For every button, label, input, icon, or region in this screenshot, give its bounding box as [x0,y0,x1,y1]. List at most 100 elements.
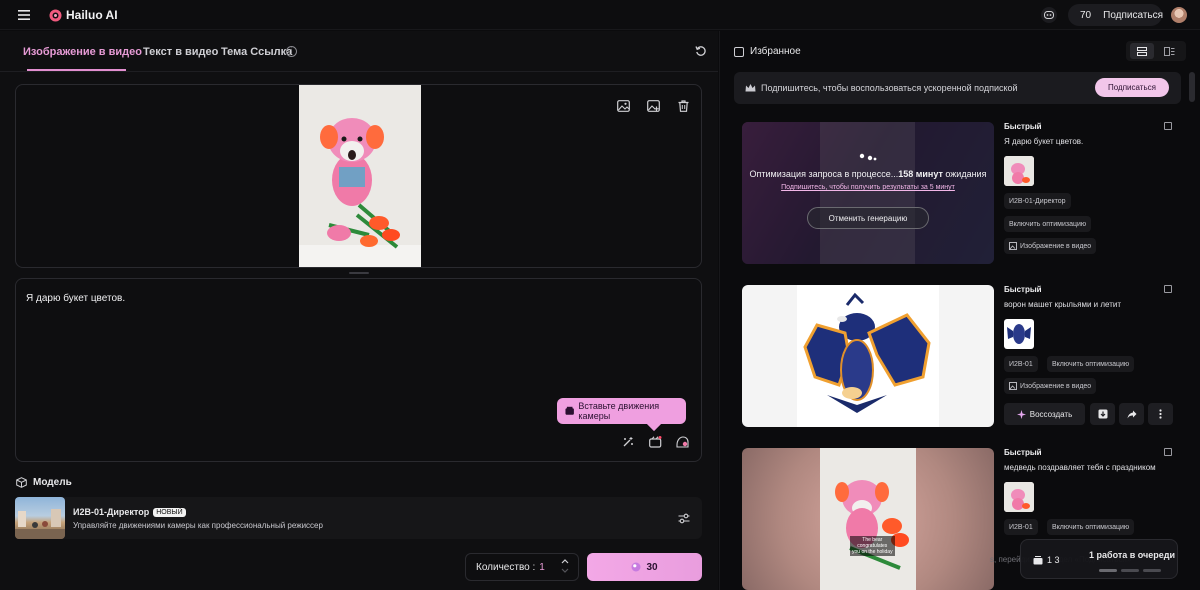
model-name: И2В-01-Директор [73,507,150,517]
quantity-value[interactable]: 1 [539,562,545,573]
list-view-icon[interactable] [1130,43,1154,59]
copy-icon[interactable] [1164,448,1172,456]
prompt-text[interactable]: Я дарю букет цветов. [26,293,125,304]
credits-pill[interactable]: 70 Подписаться [1068,4,1163,26]
copy-icon[interactable] [1164,122,1172,130]
card-mode: Быстрый [1004,285,1042,294]
model-settings-icon[interactable] [676,510,692,526]
camera-movement-icon[interactable] [648,435,662,449]
caption-line: you on the holiday [852,549,893,555]
top-bar: Hailuo AI 70 Подписаться [0,0,1200,30]
user-avatar[interactable] [1171,7,1187,23]
app-logo[interactable]: Hailuo AI [49,8,118,22]
camera-movement-tooltip[interactable]: Вставьте движения камеры [557,398,686,432]
favorites-checkbox[interactable] [734,46,744,57]
generate-button[interactable]: 30 [587,553,702,581]
queue-progress [1099,569,1161,572]
info-icon[interactable]: i [286,46,297,57]
card-type-chip: Изображение в видео [1004,378,1097,394]
card-source-thumbnail[interactable] [1004,156,1034,186]
queue-count: 1 3 [1033,555,1060,565]
chevron-up-icon[interactable] [561,559,569,564]
card-type-chip: Изображение в видео [1004,238,1097,254]
menu-icon[interactable] [16,7,32,23]
enable-optimization-chip[interactable]: Включить оптимизацию [1047,356,1135,372]
resize-handle[interactable] [349,272,369,274]
quantity-arrows[interactable] [561,559,569,573]
uploaded-image-preview [299,85,421,267]
queue-progress-segment [1143,569,1161,572]
add-image-icon[interactable] [645,98,661,114]
scrollbar[interactable] [1189,72,1195,102]
queue-count-value: 1 3 [1047,555,1060,565]
wait-minutes: 158 минут [898,169,943,179]
card-mode: Быстрый [1004,122,1042,131]
tab-image-to-video[interactable]: Изображение в видео [23,46,142,58]
quantity-label: Количество : [476,561,536,573]
enable-optimization-chip[interactable]: Включить оптимизацию [1004,216,1092,232]
camera-icon [565,406,574,415]
reset-icon[interactable] [694,44,708,58]
model-description: Управляйте движениями камеры как професс… [73,521,323,530]
queue-stack-icon [1033,556,1043,565]
view-toggle[interactable] [1126,41,1186,61]
download-button[interactable] [1090,403,1115,425]
sparkle-icon [1016,409,1026,419]
new-badge: НОВЫЙ [153,507,186,517]
queue-progress-segment [1099,569,1117,572]
more-vertical-icon [1159,409,1162,419]
share-icon [1127,410,1136,418]
detail-view-icon[interactable] [1162,45,1176,57]
model-name-row: И2В-01-Директор НОВЫЙ [73,507,186,517]
card-prompt: ворон машет крыльями и летит [1004,300,1121,309]
chevron-down-icon[interactable] [561,568,569,573]
magic-wand-icon[interactable] [621,435,635,449]
card-model-chip: И2В-01-Директор [1004,193,1071,209]
image-upload-area[interactable] [15,84,702,268]
cancel-generation-button[interactable]: Отменить генерацию [807,207,929,229]
banner-subscribe-button[interactable]: Подписаться [1095,78,1169,97]
tab-text-to-video[interactable]: Текст в видео [143,46,218,58]
faster-results-link[interactable]: Подпишитесь, чтобы получить результаты з… [742,184,994,191]
style-palette-icon[interactable] [675,435,689,449]
thumbnail-image [820,448,916,590]
card-prompt: медведь поздравляет тебя с праздником [1004,463,1156,472]
tab-theme-link[interactable]: Тема Ссылка [221,46,292,58]
queue-progress-segment [1121,569,1139,572]
model-thumbnail [15,497,65,539]
loading-spinner-icon [859,153,877,161]
video-card-thumbnail[interactable]: The bear congratulates you on the holida… [742,448,994,590]
image-icon [1009,242,1017,250]
card-source-thumbnail[interactable] [1004,482,1034,512]
favorites-filter[interactable]: Избранное [734,46,801,57]
subscribe-link[interactable]: Подписаться [1103,10,1163,21]
recreate-label: Воссоздать [1029,409,1073,419]
delete-icon[interactable] [675,98,691,114]
processing-overlay: Оптимизация запроса в процессе...158 мин… [742,122,994,264]
credits-icon [631,562,641,572]
credits-value: 70 [1080,9,1092,21]
thumbnail-caption: The bear congratulates you on the holida… [850,536,895,556]
quantity-stepper[interactable]: Количество : 1 [465,553,579,581]
video-card-thumbnail[interactable]: Оптимизация запроса в процессе...158 мин… [742,122,994,264]
favorites-label: Избранное [750,46,801,57]
more-options-button[interactable] [1148,403,1173,425]
recreate-button[interactable]: Воссоздать [1004,403,1085,425]
prompt-textarea[interactable]: Я дарю букет цветов. Вставьте движения к… [15,278,702,462]
replace-image-icon[interactable] [615,98,631,114]
share-button[interactable] [1119,403,1144,425]
camera-tooltip-label: Вставьте движения камеры [578,401,660,421]
processing-status-suffix: ожидания [942,169,987,179]
queue-status-popup[interactable]: 1 3 1 работа в очереди [1020,539,1178,579]
discord-icon[interactable] [1041,7,1057,23]
card-type-label: Изображение в видео [1020,382,1092,390]
model-card[interactable]: И2В-01-Директор НОВЫЙ Управляйте движени… [15,497,702,539]
card-type-label: Изображение в видео [1020,242,1092,250]
crown-icon [745,84,756,92]
model-section-label: Модель [16,477,72,488]
enable-optimization-chip[interactable]: Включить оптимизацию [1047,519,1135,535]
copy-icon[interactable] [1164,285,1172,293]
video-card-thumbnail[interactable] [742,285,994,427]
card-source-thumbnail[interactable] [1004,319,1034,349]
cube-icon [16,477,27,488]
